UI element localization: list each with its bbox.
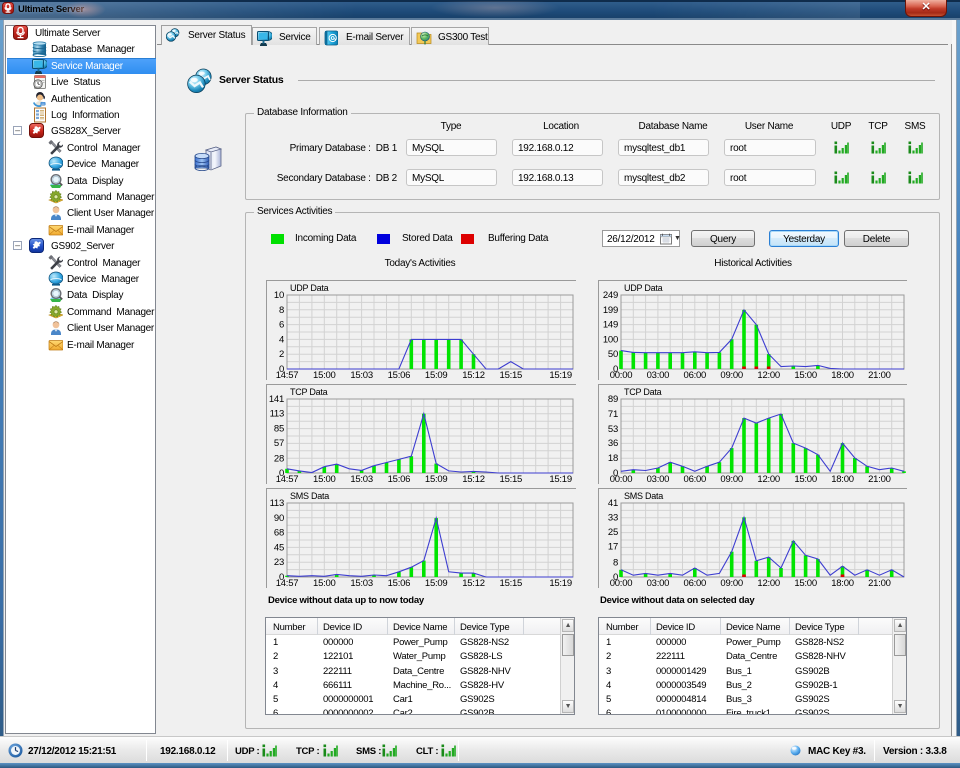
svg-text:4: 4: [279, 334, 284, 345]
svg-text:85: 85: [274, 423, 284, 434]
svg-text:17: 17: [608, 541, 618, 552]
svg-text:15:06: 15:06: [388, 474, 411, 485]
svg-text:18:00: 18:00: [831, 578, 854, 589]
svg-text:6: 6: [279, 320, 284, 331]
svg-text:21:00: 21:00: [868, 474, 891, 485]
svg-text:57: 57: [274, 438, 284, 449]
svg-text:149: 149: [603, 320, 618, 331]
svg-text:15:09: 15:09: [425, 370, 448, 381]
svg-text:45: 45: [274, 543, 284, 554]
svg-text:199: 199: [603, 305, 618, 316]
svg-text:15:15: 15:15: [500, 370, 523, 381]
svg-text:14:57: 14:57: [276, 474, 299, 485]
svg-text:10: 10: [274, 290, 284, 301]
svg-text:UDP Data: UDP Data: [290, 283, 329, 293]
svg-text:15:00: 15:00: [313, 370, 336, 381]
svg-text:TCP Data: TCP Data: [624, 387, 662, 397]
svg-text:06:00: 06:00: [684, 578, 707, 589]
svg-text:00:00: 00:00: [610, 474, 633, 485]
svg-text:03:00: 03:00: [647, 370, 670, 381]
svg-text:41: 41: [608, 498, 618, 509]
svg-text:00:00: 00:00: [610, 578, 633, 589]
svg-text:15:09: 15:09: [425, 578, 448, 589]
svg-text:15:00: 15:00: [794, 578, 817, 589]
svg-text:12:00: 12:00: [757, 578, 780, 589]
svg-text:15:03: 15:03: [350, 370, 373, 381]
svg-text:15:00: 15:00: [313, 578, 336, 589]
svg-text:8: 8: [279, 305, 284, 316]
svg-text:100: 100: [603, 334, 618, 345]
svg-text:28: 28: [274, 453, 284, 464]
svg-text:68: 68: [274, 528, 284, 539]
svg-text:33: 33: [608, 512, 618, 523]
svg-text:113: 113: [270, 498, 284, 509]
svg-text:15:06: 15:06: [388, 578, 411, 589]
svg-text:90: 90: [274, 513, 284, 524]
svg-text:18:00: 18:00: [831, 474, 854, 485]
svg-text:21:00: 21:00: [868, 578, 891, 589]
svg-text:15:12: 15:12: [462, 370, 485, 381]
svg-text:00:00: 00:00: [610, 370, 633, 381]
svg-text:15:12: 15:12: [462, 578, 485, 589]
svg-text:36: 36: [608, 438, 618, 449]
svg-text:23: 23: [274, 557, 284, 568]
svg-text:50: 50: [608, 349, 618, 360]
svg-text:12:00: 12:00: [757, 474, 780, 485]
svg-text:15:00: 15:00: [313, 474, 336, 485]
svg-text:18: 18: [608, 453, 618, 464]
svg-text:14:57: 14:57: [276, 578, 299, 589]
svg-text:8: 8: [613, 558, 618, 569]
svg-text:12:00: 12:00: [757, 370, 780, 381]
svg-text:71: 71: [608, 409, 618, 420]
svg-text:03:00: 03:00: [647, 578, 670, 589]
svg-text:09:00: 09:00: [720, 474, 743, 485]
svg-text:15:09: 15:09: [425, 474, 448, 485]
svg-text:18:00: 18:00: [831, 370, 854, 381]
svg-text:113: 113: [270, 409, 284, 420]
svg-text:15:03: 15:03: [350, 474, 373, 485]
svg-text:15:19: 15:19: [549, 578, 572, 589]
svg-text:15:00: 15:00: [794, 474, 817, 485]
svg-text:SMS Data: SMS Data: [624, 491, 663, 501]
svg-text:03:00: 03:00: [647, 474, 670, 485]
svg-text:14:57: 14:57: [276, 370, 299, 381]
svg-text:15:19: 15:19: [549, 370, 572, 381]
svg-text:09:00: 09:00: [720, 578, 743, 589]
svg-text:15:06: 15:06: [388, 370, 411, 381]
svg-text:53: 53: [608, 424, 618, 435]
svg-text:89: 89: [608, 394, 618, 405]
svg-text:15:12: 15:12: [462, 474, 485, 485]
svg-text:UDP Data: UDP Data: [624, 283, 663, 293]
svg-text:15:15: 15:15: [500, 578, 523, 589]
svg-text:SMS Data: SMS Data: [290, 491, 329, 501]
svg-text:09:00: 09:00: [720, 370, 743, 381]
svg-text:15:03: 15:03: [350, 578, 373, 589]
svg-text:15:19: 15:19: [549, 474, 572, 485]
svg-text:141: 141: [269, 394, 284, 405]
svg-text:15:00: 15:00: [794, 370, 817, 381]
svg-text:249: 249: [603, 290, 618, 301]
svg-text:15:15: 15:15: [500, 474, 523, 485]
svg-text:06:00: 06:00: [684, 370, 707, 381]
svg-text:25: 25: [608, 527, 618, 538]
svg-text:21:00: 21:00: [868, 370, 891, 381]
svg-text:06:00: 06:00: [684, 474, 707, 485]
svg-text:2: 2: [279, 349, 284, 360]
svg-text:TCP Data: TCP Data: [290, 387, 328, 397]
